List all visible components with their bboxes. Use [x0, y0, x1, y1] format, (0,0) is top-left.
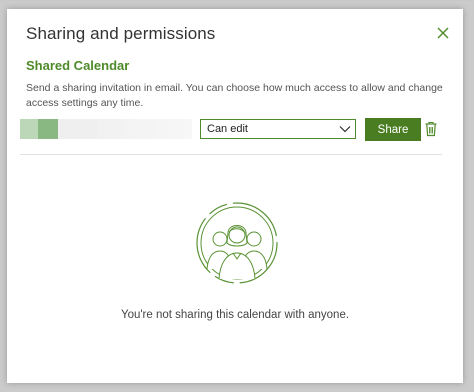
sharing-dialog: Sharing and permissions Shared Calendar …	[7, 9, 463, 383]
redacted-block	[38, 119, 58, 139]
section-heading: Shared Calendar	[26, 58, 130, 73]
share-button[interactable]: Share	[365, 118, 421, 141]
close-icon[interactable]	[435, 25, 451, 41]
empty-state-message: You're not sharing this calendar with an…	[120, 309, 350, 321]
chevron-down-icon	[339, 126, 351, 133]
permission-select[interactable]: Can edit	[200, 119, 356, 139]
people-group-icon	[196, 202, 278, 284]
divider	[20, 154, 442, 155]
redacted-block	[20, 119, 38, 139]
permission-selected-value: Can edit	[207, 123, 248, 135]
dialog-title: Sharing and permissions	[26, 24, 216, 43]
redacted-block	[98, 119, 192, 139]
redacted-block	[58, 119, 98, 139]
sharing-description: Send a sharing invitation in email. You …	[26, 82, 443, 109]
recipient-input[interactable]	[20, 119, 192, 139]
trash-icon[interactable]	[424, 121, 438, 137]
